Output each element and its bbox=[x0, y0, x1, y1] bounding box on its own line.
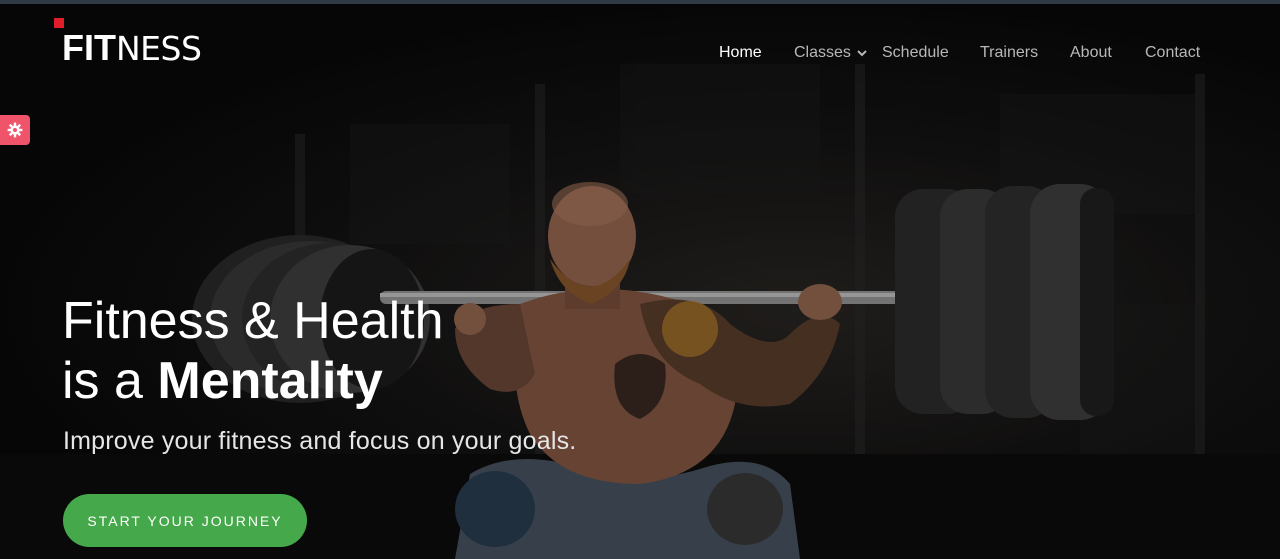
hero-headline-line1: Fitness & Health bbox=[62, 292, 444, 350]
nav-item-classes-label: Classes bbox=[794, 44, 851, 61]
hero-subtitle: Improve your fitness and focus on your g… bbox=[63, 427, 577, 455]
nav-item-contact[interactable]: Contact bbox=[1145, 44, 1200, 62]
hero-headline: Fitness & Health is a Mentality bbox=[62, 291, 444, 411]
hero-headline-strong: Mentality bbox=[157, 352, 383, 410]
main-nav: Home Classes Schedule Trainers About Con… bbox=[0, 44, 1280, 68]
nav-item-trainers[interactable]: Trainers bbox=[980, 44, 1038, 62]
hero-section: FITNESS Home Classes Schedule Trainers A… bbox=[0, 4, 1280, 559]
nav-item-schedule[interactable]: Schedule bbox=[882, 44, 949, 62]
chevron-down-icon bbox=[857, 50, 867, 57]
gear-icon bbox=[7, 122, 23, 138]
hero-background-image bbox=[0, 4, 1280, 559]
hero-headline-prefix: is a bbox=[62, 352, 158, 410]
nav-item-about[interactable]: About bbox=[1070, 44, 1112, 62]
nav-item-home[interactable]: Home bbox=[719, 44, 762, 62]
nav-item-classes[interactable]: Classes bbox=[794, 44, 867, 62]
settings-toggle-button[interactable] bbox=[0, 115, 30, 145]
start-journey-button[interactable]: START YOUR JOURNEY bbox=[63, 494, 307, 547]
hero-headline-line2: is a Mentality bbox=[62, 351, 444, 411]
